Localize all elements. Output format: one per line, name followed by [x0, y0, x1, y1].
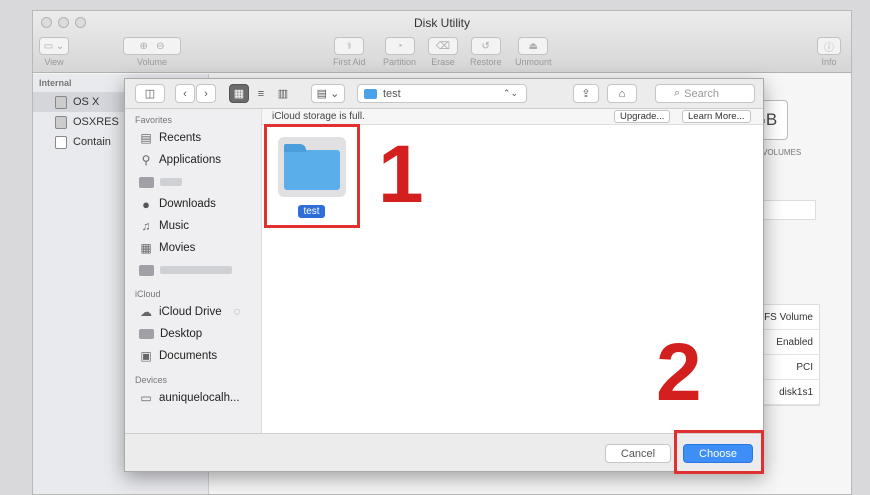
erase-toolbar-item[interactable]: ⌫ Erase — [428, 37, 458, 67]
cloud-icon: ☁ — [140, 305, 152, 319]
tag-button[interactable]: ⌂ — [607, 84, 637, 103]
eject-icon: ⏏ — [518, 37, 549, 55]
back-button[interactable]: ‹ — [175, 84, 195, 103]
desktop-icon — [139, 329, 154, 339]
window-title: Disk Utility — [414, 16, 470, 30]
columns-icon: ▥ — [277, 88, 289, 100]
dialog-toolbar: ◫ ‹ › ▦ ≡ ▥ ▤ ⌄ test ⌃⌄ ⇪ ⌂ ⌕ Search — [125, 79, 763, 109]
folder-icon — [139, 264, 154, 276]
list-view-button[interactable]: ≡ — [251, 84, 271, 103]
share-icon: ⇪ — [581, 88, 591, 100]
sidebar-toggle-icon: ▭ ⌄ — [39, 37, 69, 55]
sidebar-item-downloads[interactable]: ● Downloads — [125, 193, 261, 215]
list-icon: ≡ — [257, 87, 265, 100]
favorites-header: Favorites — [135, 115, 173, 125]
recents-icon: ▤ — [140, 131, 152, 145]
icloud-header: iCloud — [135, 289, 161, 299]
sidebar-item-hidden-folder-2[interactable] — [125, 259, 261, 281]
sidebar-item-icloud-drive[interactable]: ☁ iCloud Drive ◌ — [125, 301, 261, 323]
sidebar-item-documents[interactable]: ▣ Documents — [125, 345, 261, 367]
progress-icon: ◌ — [233, 306, 241, 318]
icloud-banner: iCloud storage is full. Upgrade... Learn… — [262, 109, 763, 125]
restore-toolbar-item[interactable]: ↺ Restore — [470, 37, 502, 67]
title-bar: Disk Utility ▭ ⌄ View ⊕ ⊖ Volume ⚕ First… — [33, 11, 851, 73]
icloud-warning-text: iCloud storage is full. — [272, 111, 365, 122]
view-toolbar-item[interactable]: ▭ ⌄ View — [39, 37, 69, 67]
sidebar-item-hidden-folder[interactable] — [125, 171, 261, 193]
search-icon: ⌕ — [674, 87, 681, 99]
folder-icon — [139, 176, 154, 188]
sidebar-item-applications[interactable]: ⚲ Applications — [125, 149, 261, 171]
annotation-number-1: 1 — [378, 129, 424, 220]
disk-icon — [55, 95, 67, 109]
sidebar-item-movies[interactable]: ▦ Movies — [125, 237, 261, 259]
info-icon: ⓘ — [817, 37, 841, 55]
sidebar-item-device[interactable]: ▭ auniquelocalh... — [125, 387, 261, 409]
chevron-right-icon: › — [204, 87, 208, 100]
sidebar-item-music[interactable]: ♫ Music — [125, 215, 261, 237]
erase-icon: ⌫ — [428, 37, 458, 55]
updown-icon: ⌃⌄ — [502, 88, 518, 98]
forward-button[interactable]: › — [196, 84, 216, 103]
chevron-left-icon: ‹ — [183, 87, 187, 100]
group-icon: ▤ ⌄ — [316, 88, 340, 100]
first-aid-toolbar-item[interactable]: ⚕ First Aid — [333, 37, 366, 67]
tag-icon: ⌂ — [618, 87, 626, 100]
partition-icon: ◔ — [384, 37, 415, 55]
unmount-toolbar-item[interactable]: ⏏ Unmount — [515, 37, 552, 67]
dialog-footer: Cancel Choose — [125, 433, 763, 471]
icon-view-button[interactable]: ▦ — [229, 84, 249, 103]
search-field[interactable]: ⌕ Search — [655, 84, 755, 103]
volume-icon — [55, 135, 67, 149]
partition-toolbar-item[interactable]: ◔ Partition — [383, 37, 416, 67]
annotation-number-2: 2 — [656, 327, 702, 418]
volume-plus-minus-icon: ⊕ ⊖ — [123, 37, 181, 55]
blurred-label — [160, 266, 232, 274]
annotation-box-2 — [674, 430, 764, 474]
sidebar-item-desktop[interactable]: Desktop — [125, 323, 261, 345]
applications-icon: ⚲ — [141, 153, 151, 167]
folder-icon — [364, 88, 377, 99]
documents-icon: ▣ — [140, 349, 152, 363]
info-toolbar-item[interactable]: ⓘ Info — [817, 37, 841, 67]
computer-icon: ▭ — [140, 391, 152, 405]
movies-icon: ▦ — [140, 241, 152, 255]
restore-icon: ↺ — [470, 37, 501, 55]
upgrade-button[interactable]: Upgrade... — [614, 110, 671, 123]
volume-toolbar-item[interactable]: ⊕ ⊖ Volume — [123, 37, 181, 67]
annotation-box-1 — [264, 124, 360, 228]
share-button[interactable]: ⇪ — [573, 84, 599, 103]
devices-header: Devices — [135, 375, 168, 385]
music-icon: ♫ — [141, 219, 151, 233]
blurred-label — [160, 178, 182, 186]
sidebar-toggle-button[interactable]: ◫ — [135, 84, 165, 103]
cancel-button[interactable]: Cancel — [605, 444, 671, 463]
stethoscope-icon: ⚕ — [334, 37, 365, 55]
sidebar-icon: ◫ — [144, 88, 156, 100]
download-icon: ● — [142, 196, 150, 212]
learn-more-button[interactable]: Learn More... — [682, 110, 751, 123]
dialog-sidebar: Favorites ▤ Recents ⚲ Applications ● Downlo… — [125, 109, 262, 433]
grid-icon: ▦ — [233, 88, 245, 100]
column-view-button[interactable]: ▥ — [273, 84, 293, 103]
sidebar-item-recents[interactable]: ▤ Recents — [125, 127, 261, 149]
group-button[interactable]: ▤ ⌄ — [311, 84, 345, 103]
path-popup[interactable]: test ⌃⌄ — [357, 84, 527, 103]
disk-icon — [55, 115, 67, 129]
